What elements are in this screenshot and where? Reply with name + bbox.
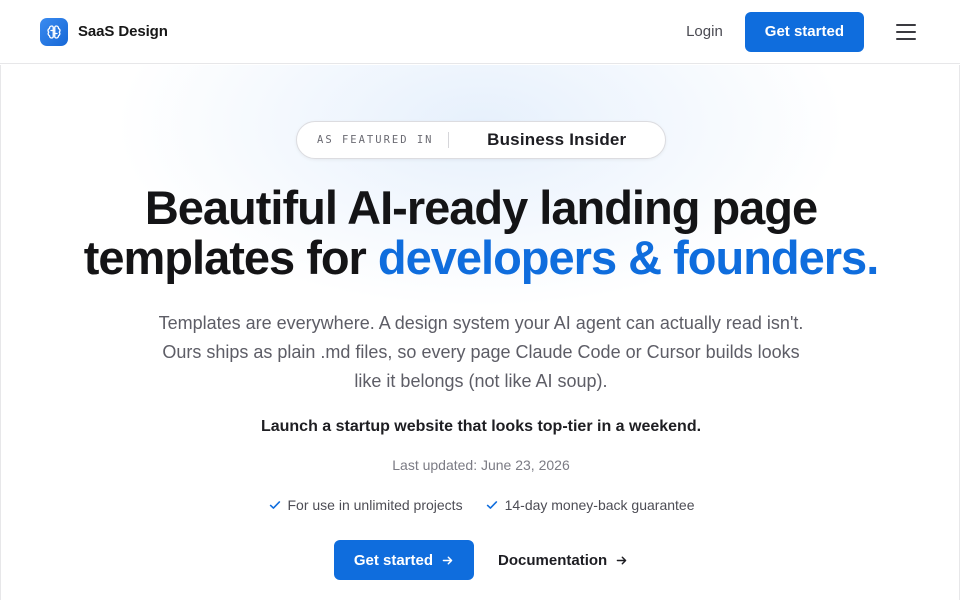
featured-label: AS FEATURED IN	[297, 132, 449, 148]
top-navigation: SaaS Design Login Get started	[0, 0, 960, 64]
feature-label: For use in unlimited projects	[287, 497, 463, 513]
headline-line-1: Beautiful AI-ready landing page	[144, 181, 818, 234]
nav-actions: Login Get started	[686, 11, 920, 52]
hero-headline: Beautiful AI-ready landing page template…	[1, 183, 960, 283]
hero-section: AS FEATURED IN Business Insider Beautifu…	[0, 65, 960, 600]
feature-item: For use in unlimited projects	[268, 497, 463, 513]
hero-description: Templates are everywhere. A design syste…	[158, 313, 804, 391]
get-started-label: Get started	[353, 551, 434, 569]
documentation-link[interactable]: Documentation	[498, 552, 628, 569]
last-updated: Last updated: June 23, 2026	[392, 457, 570, 473]
headline-line-2: templates for	[83, 231, 378, 284]
documentation-label: Documentation	[498, 551, 608, 569]
brand-name: SaaS Design	[78, 23, 168, 40]
hero-tagline: Launch a startup website that looks top-…	[260, 418, 702, 435]
arrow-right-icon	[616, 556, 627, 564]
brain-icon	[40, 17, 68, 46]
get-started-nav-button[interactable]: Get started	[744, 11, 864, 52]
cta-row: Get started Documentation	[1, 540, 960, 580]
feature-item: 14-day money-back guarantee	[485, 497, 695, 513]
login-link[interactable]: Login	[686, 23, 723, 40]
get-started-button[interactable]: Get started	[333, 540, 475, 580]
check-icon	[269, 501, 280, 509]
feature-list: For use in unlimited projects 14-day mon…	[1, 497, 960, 513]
headline-accent: developers & founders.	[377, 231, 879, 284]
brand-link[interactable]: SaaS Design	[40, 17, 168, 46]
hamburger-icon[interactable]	[892, 18, 920, 46]
featured-publication: Business Insider	[487, 130, 627, 149]
arrow-right-icon	[442, 556, 453, 564]
feature-label: 14-day money-back guarantee	[504, 497, 695, 513]
check-icon	[486, 501, 497, 509]
featured-in-badge: AS FEATURED IN Business Insider	[296, 121, 666, 159]
